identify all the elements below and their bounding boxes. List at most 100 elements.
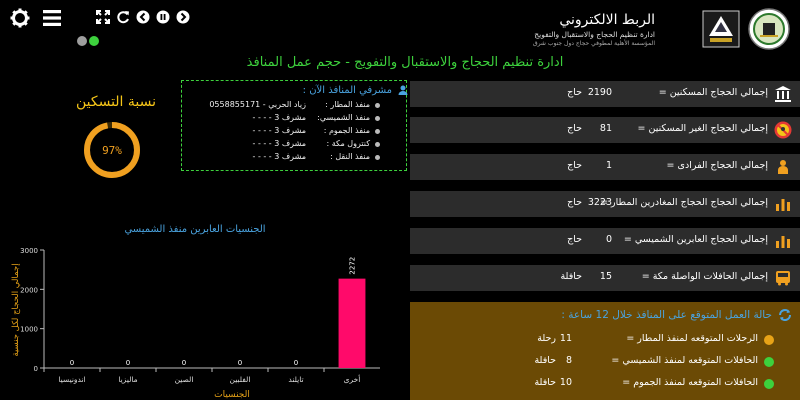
chart-y-tick-label: 3000 xyxy=(20,247,38,255)
expected-unit: حافلة xyxy=(534,377,556,388)
status-dot xyxy=(764,335,774,345)
chart-y-tick-label: 2000 xyxy=(20,286,38,294)
expected-work-panel: حالة العمل المتوقع على المنافذ خلال 12 س… xyxy=(410,302,800,400)
brand-subtitle-2: المؤسسة الأهلية لمطوفي حجاج دول جنوب شرق xyxy=(532,40,655,47)
chart-data-label: 0 xyxy=(294,359,298,367)
stat-unit: حاج xyxy=(567,160,582,171)
expected-row: الرحلات المتوقعه لمنفذ المطار = 11 رحلة xyxy=(410,332,800,348)
stat-unit: حاج xyxy=(567,87,582,98)
occupancy-value: 97% xyxy=(102,144,122,157)
no-entry-icon xyxy=(774,121,792,139)
stat-label: إجمالي الحجاج الحجاج المغادرين المطار = xyxy=(600,197,768,208)
expected-value: 10 xyxy=(559,377,572,388)
supervisor-port: منفذ الجموم : xyxy=(323,126,370,135)
expected-row: الحافلات المتوقعه لمنفذ الشميسي = 8 حافل… xyxy=(410,354,800,370)
bar-chart-icon xyxy=(776,199,790,211)
bullet-icon xyxy=(375,103,380,108)
supervisor-name: مشرف 3 - - - - xyxy=(252,139,306,148)
supervisor-row: منفذ النقل : مشرف 3 - - - - xyxy=(182,151,406,164)
stat-label: إجمالي الحجاج الغير المسكنين = xyxy=(637,123,768,134)
fullscreen-icon[interactable] xyxy=(96,10,110,24)
person-icon xyxy=(778,160,788,174)
supervisors-panel: مشرفي المنافذ الآن : منفذ المطار : زياد ا… xyxy=(181,80,408,171)
chart-bar xyxy=(338,278,366,368)
bar-chart-icon xyxy=(776,236,790,248)
expected-row: الحافلات المتوقعه لمنفذ الجموم = 10 حافل… xyxy=(410,376,800,392)
brand-title: الربط الالكتروني xyxy=(559,12,655,28)
stat-label: إجمالي الحجاج المسكنين = xyxy=(658,87,768,98)
supervisor-name: زياد الحربي - 0558855171 xyxy=(209,100,306,109)
expected-label: الحافلات المتوقعه لمنفذ الشميسي = xyxy=(611,355,758,366)
chart-x-label: الجنسيات xyxy=(214,390,250,400)
supervisor-port: منفذ الشميسي: xyxy=(317,113,370,122)
stat-airport-departures: إجمالي الحجاج الحجاج المغادرين المطار = … xyxy=(410,191,800,217)
chart-y-tick-label: 1000 xyxy=(20,326,38,334)
stat-label: إجمالي الحجاج الفرادى = xyxy=(666,160,768,171)
chart-x-tick-label: أخرى xyxy=(344,374,361,384)
forward-icon[interactable] xyxy=(176,10,190,24)
pause-icon[interactable] xyxy=(156,10,170,24)
supervisor-name: مشرف 3 - - - - xyxy=(252,152,306,161)
gear-icon[interactable] xyxy=(10,8,30,28)
sync-icon[interactable] xyxy=(778,308,792,322)
chart-x-tick-label: اندونيسيا xyxy=(58,375,85,384)
status-dot xyxy=(764,379,774,389)
bullet-icon xyxy=(375,116,380,121)
stat-unit: حافلة xyxy=(560,271,582,282)
chart-x-tick-label: تايلند xyxy=(288,375,303,384)
stat-value: 81 xyxy=(599,123,612,134)
chart-data-label: 0 xyxy=(70,359,74,367)
supervisor-row: منفذ المطار : زياد الحربي - 0558855171 xyxy=(182,99,406,112)
brand-logo xyxy=(702,10,740,48)
expected-value: 8 xyxy=(565,355,572,366)
supervisor-port: منفذ المطار : xyxy=(325,100,370,109)
stat-individual-pilgrims: إجمالي الحجاج الفرادى = 1 حاج xyxy=(410,154,800,180)
expected-value: 11 xyxy=(559,333,572,344)
stat-unit: حاج xyxy=(567,234,582,245)
supervisor-port: كنترول مكة : xyxy=(326,139,371,148)
chart-x-tick-label: الفلبين xyxy=(230,375,251,384)
bullet-icon xyxy=(375,129,380,134)
refresh-icon[interactable] xyxy=(116,10,130,24)
bullet-icon xyxy=(375,155,380,160)
supervisor-name: مشرف 3 - - - - xyxy=(252,126,306,135)
supervisor-name: مشرف 3 - - - - xyxy=(252,113,306,122)
chart-x-tick-label: الصين xyxy=(175,375,194,384)
expected-work-title: حالة العمل المتوقع على المنافذ خلال 12 س… xyxy=(561,309,772,321)
chart-x-tick-label: ماليزيا xyxy=(118,375,137,384)
supervisor-row: منفذ الشميسي: مشرف 3 - - - - xyxy=(182,112,406,125)
expected-label: الرحلات المتوقعه لمنفذ المطار = xyxy=(626,333,758,344)
back-icon[interactable] xyxy=(136,10,150,24)
stat-value: 15 xyxy=(599,271,612,282)
bus-icon xyxy=(776,271,790,286)
supervisor-row: منفذ الجموم : مشرف 3 - - - - xyxy=(182,125,406,138)
chart-data-label: 2272 xyxy=(349,257,357,275)
chart-title: الجنسيات العابرين منفذ الشميسي xyxy=(124,224,265,235)
expected-unit: رحلة xyxy=(537,333,556,344)
seal-logo xyxy=(748,8,790,50)
chart-y-tick-label: 0 xyxy=(34,365,38,373)
chart-data-label: 0 xyxy=(238,359,242,367)
supervisor-port: منفذ النقل : xyxy=(330,152,370,161)
occupancy-title: نسبة التسكين xyxy=(75,94,157,110)
expected-unit: حافلة xyxy=(534,355,556,366)
page-title: ادارة تنظيم الحجاج والاستقبال والتفويج -… xyxy=(246,55,564,70)
expected-label: الحافلات المتوقعه لمنفذ الجموم = xyxy=(622,377,758,388)
nationalities-chart: الجنسيات العابرين منفذ الشميسي إجمالي ال… xyxy=(11,224,380,400)
user-icon xyxy=(398,85,408,95)
stat-shumaisi-transit: إجمالي الحجاج العابرين الشميسي = 0 حاج xyxy=(410,228,800,254)
status-dot xyxy=(764,357,774,367)
status-dot-inactive xyxy=(77,36,87,46)
stat-housed-pilgrims: إجمالي الحجاج المسكنين = 2190 حاج xyxy=(410,81,800,107)
stat-unhoused-pilgrims: إجمالي الحجاج الغير المسكنين = 81 حاج xyxy=(410,117,800,143)
stat-label: إجمالي الحجاج العابرين الشميسي = xyxy=(623,234,768,245)
supervisor-row: كنترول مكة : مشرف 3 - - - - xyxy=(182,138,406,151)
stat-unit: حاج xyxy=(567,123,582,134)
stat-value: 3223 xyxy=(587,197,612,208)
chart-y-label: إجمالي الحجاج لكل جنسية xyxy=(11,263,21,356)
status-dot-active xyxy=(89,36,99,46)
menu-icon[interactable] xyxy=(42,8,62,28)
chart-data-label: 0 xyxy=(126,359,130,367)
supervisors-title: مشرفي المنافذ الآن : xyxy=(302,85,392,96)
bank-icon xyxy=(775,86,791,102)
